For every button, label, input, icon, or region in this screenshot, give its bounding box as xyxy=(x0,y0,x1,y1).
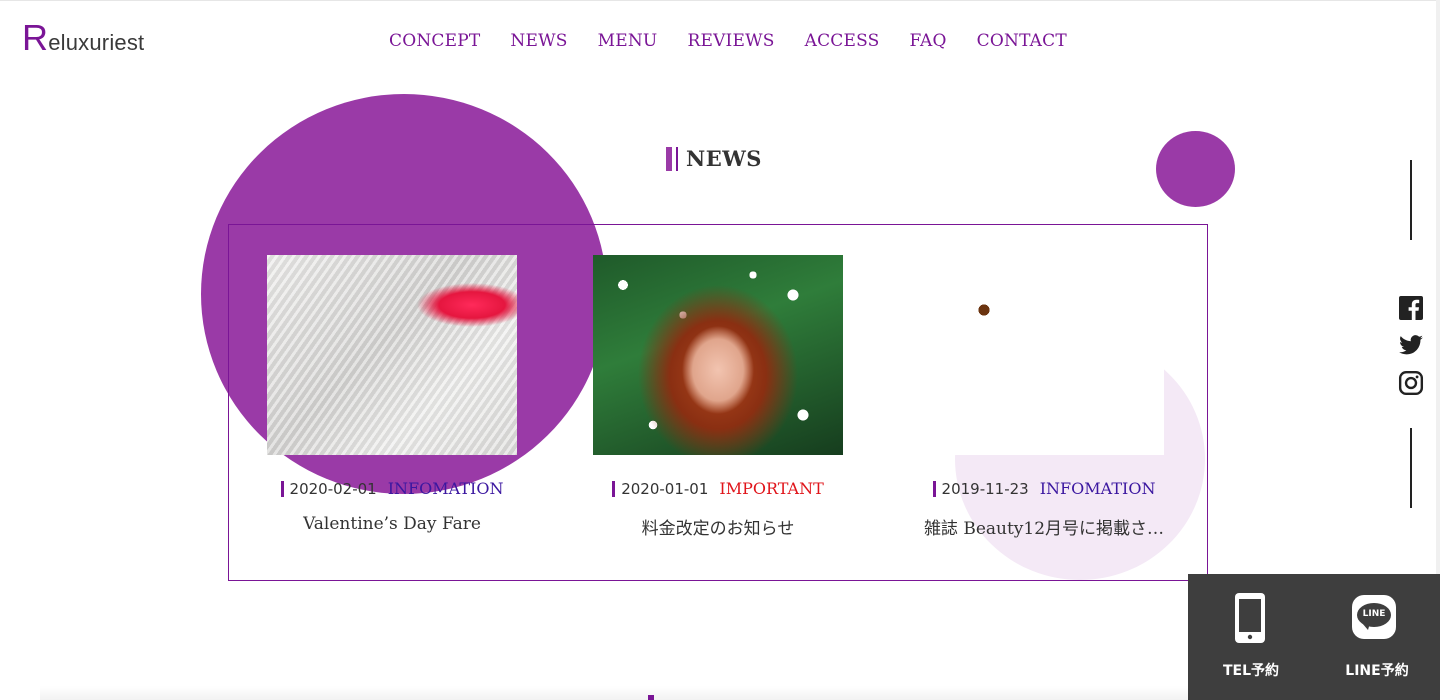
meta-accent-bar xyxy=(280,480,284,497)
facebook-icon[interactable] xyxy=(1398,295,1424,321)
booking-panel: TEL予約 LINE LINE予約 xyxy=(1188,574,1440,700)
news-date: 2020-02-01 xyxy=(289,479,377,498)
news-thumbnail[interactable] xyxy=(267,255,517,455)
news-category[interactable]: INFOMATION xyxy=(1040,479,1156,498)
news-card[interactable]: 2020-02-01 INFOMATION Valentine’s Day Fa… xyxy=(242,255,542,534)
title-accent-line xyxy=(676,146,678,171)
title-accent-bar xyxy=(666,146,672,171)
section-title: NEWS xyxy=(666,146,762,171)
smartphone-icon xyxy=(1235,593,1265,643)
nav-link-access[interactable]: ACCESS xyxy=(790,30,895,52)
site-logo[interactable]: Reluxuriest xyxy=(22,20,144,56)
news-thumbnail[interactable] xyxy=(924,255,1164,455)
news-title[interactable]: Valentine’s Day Fare xyxy=(242,514,542,534)
news-category[interactable]: IMPORTANT xyxy=(719,479,823,498)
line-reservation-label: LINE予約 xyxy=(1345,663,1409,679)
news-title[interactable]: 料金改定のお知らせ xyxy=(568,514,868,539)
tel-reservation-label: TEL予約 xyxy=(1222,663,1280,679)
social-rail-line-top xyxy=(1410,160,1412,240)
news-thumbnail[interactable] xyxy=(593,255,843,455)
tel-reservation-button[interactable]: TEL予約 xyxy=(1188,574,1314,700)
news-date: 2020-01-01 xyxy=(621,479,709,498)
line-icon-text: LINE xyxy=(1362,609,1386,619)
meta-accent-bar xyxy=(932,480,936,497)
news-date: 2019-11-23 xyxy=(941,479,1029,498)
nav-link-contact[interactable]: CONTACT xyxy=(962,30,1082,52)
line-reservation-button[interactable]: LINE LINE予約 xyxy=(1314,574,1440,700)
news-meta: 2020-02-01 INFOMATION xyxy=(242,479,542,498)
logo-initial: R xyxy=(22,17,49,58)
decor-circle-small xyxy=(1156,131,1235,207)
news-list: 2020-02-01 INFOMATION Valentine’s Day Fa… xyxy=(228,224,1208,581)
news-category[interactable]: INFOMATION xyxy=(388,479,504,498)
news-meta: 2020-01-01 IMPORTANT xyxy=(568,479,868,498)
twitter-icon[interactable] xyxy=(1398,332,1424,358)
section-title-text: NEWS xyxy=(686,146,762,171)
nav-link-faq[interactable]: FAQ xyxy=(895,30,962,52)
news-meta: 2019-11-23 INFOMATION xyxy=(894,479,1194,498)
main-nav: CONCEPT NEWS MENU REVIEWS ACCESS FAQ CON… xyxy=(374,30,1082,52)
meta-accent-bar xyxy=(612,480,616,497)
next-section-edge xyxy=(40,686,1190,700)
top-border xyxy=(0,0,1440,1)
news-card[interactable]: 2019-11-23 INFOMATION 雑誌 Beauty12月号に掲載さ… xyxy=(894,255,1194,539)
news-card[interactable]: 2020-01-01 IMPORTANT 料金改定のお知らせ xyxy=(568,255,868,539)
social-rail-line-bottom xyxy=(1410,428,1412,508)
nav-link-news[interactable]: NEWS xyxy=(495,30,582,52)
instagram-icon[interactable] xyxy=(1398,370,1424,396)
next-section-marker xyxy=(648,695,654,700)
news-title[interactable]: 雑誌 Beauty12月号に掲載さ… xyxy=(894,514,1194,539)
logo-text: eluxuriest xyxy=(48,30,145,55)
nav-link-reviews[interactable]: REVIEWS xyxy=(672,30,789,52)
line-icon: LINE xyxy=(1352,595,1396,639)
nav-link-concept[interactable]: CONCEPT xyxy=(374,30,495,52)
nav-link-menu[interactable]: MENU xyxy=(583,30,673,52)
